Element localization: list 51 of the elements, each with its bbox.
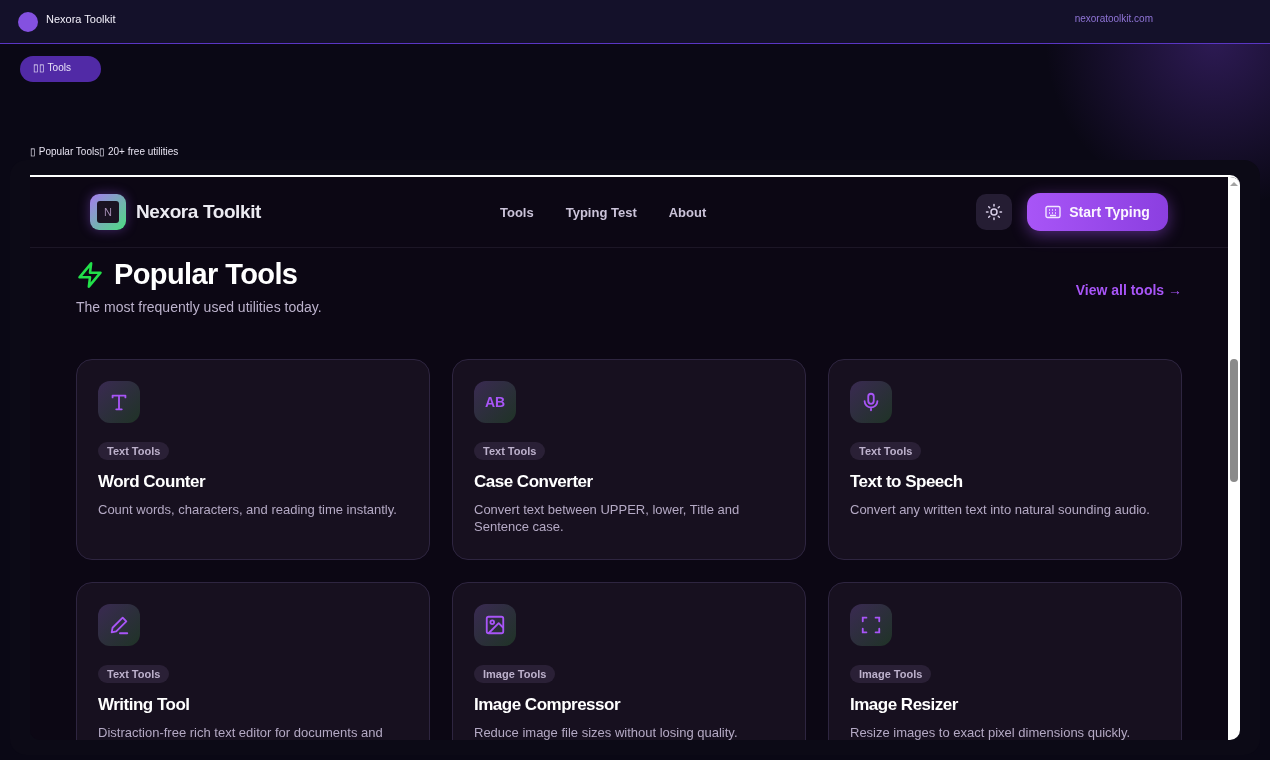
- scroll-up-icon[interactable]: [1228, 179, 1240, 187]
- tool-icon: AB: [474, 381, 516, 423]
- nav-link[interactable]: Tools: [500, 204, 534, 220]
- section-subtitle: The most frequently used utilities today.: [76, 299, 322, 315]
- tool-card[interactable]: Text Tools Writing Tool Distraction-free rich text editor for documents and: [76, 582, 430, 740]
- app-title: Nexora Toolkit: [46, 12, 116, 25]
- logo-icon: N: [90, 194, 126, 230]
- tool-card[interactable]: Image Tools Image Compressor Reduce image file sizes without losing quality.: [452, 582, 806, 740]
- tool-icon: [474, 604, 516, 646]
- avatar-icon: [18, 12, 38, 32]
- theme-toggle-button[interactable]: [976, 194, 1012, 230]
- sun-icon: [985, 203, 1003, 221]
- tool-title: Writing Tool: [98, 695, 190, 715]
- tools-pill-button[interactable]: ▯▯ Tools: [20, 56, 101, 82]
- category-tag: Text Tools: [850, 442, 922, 460]
- keyboard-icon: [1045, 205, 1062, 219]
- tool-description: Count words, characters, and reading time instantly.: [98, 501, 397, 518]
- tool-title: Word Counter: [98, 472, 205, 492]
- tool-card[interactable]: AB Text Tools Case Converter Convert text between UPPER, lower, Title and Sentence case.: [452, 359, 806, 560]
- section-title: Popular Tools: [114, 258, 298, 291]
- nav-link[interactable]: About: [668, 204, 707, 220]
- tool-description: Convert any written text into natural sounding audio.: [850, 501, 1150, 518]
- category-tag: Text Tools: [474, 442, 546, 460]
- tool-icon: [98, 381, 140, 423]
- tool-description: Distraction-free rich text editor for documents and: [98, 724, 383, 740]
- category-tag: Text Tools: [98, 442, 170, 460]
- tool-title: Text to Speech: [850, 472, 963, 492]
- site-url[interactable]: nexoratoolkit.com: [1074, 13, 1153, 24]
- category-tag: Image Tools: [474, 665, 556, 683]
- scrollbar[interactable]: [1228, 177, 1240, 740]
- tool-title: Image Resizer: [850, 695, 958, 715]
- tool-card[interactable]: Text Tools Text to Speech Convert any written text into natural sounding audio.: [828, 359, 1182, 560]
- category-tag: Image Tools: [850, 665, 932, 683]
- category-tag: Text Tools: [98, 665, 170, 683]
- tool-title: Image Compressor: [474, 695, 620, 715]
- tool-card[interactable]: Text Tools Word Counter Count words, characters, and reading time instantly.: [76, 359, 430, 560]
- tool-icon: [98, 604, 140, 646]
- tool-card[interactable]: Image Tools Image Resizer Resize images to exact pixel dimensions quickly.: [828, 582, 1182, 740]
- tool-description: Convert text between UPPER, lower, Title and Sentence case.: [474, 501, 741, 535]
- tool-description: Reduce image file sizes without losing quality.: [474, 724, 738, 740]
- brand-name[interactable]: Nexora Toolkit: [136, 201, 261, 223]
- scrollbar-thumb[interactable]: [1230, 359, 1238, 482]
- tool-icon: [850, 604, 892, 646]
- nav-link[interactable]: Typing Test: [565, 204, 637, 220]
- tool-title: Case Converter: [474, 472, 593, 492]
- caption: ▯ Popular Tools▯ 20+ free utilities: [30, 146, 180, 159]
- tool-icon: [850, 381, 892, 423]
- start-typing-button[interactable]: Start Typing: [1027, 193, 1168, 231]
- lightning-icon: [76, 259, 104, 290]
- tool-description: Resize images to exact pixel dimensions quickly.: [850, 724, 1131, 740]
- view-all-link[interactable]: View all tools →: [1075, 281, 1182, 298]
